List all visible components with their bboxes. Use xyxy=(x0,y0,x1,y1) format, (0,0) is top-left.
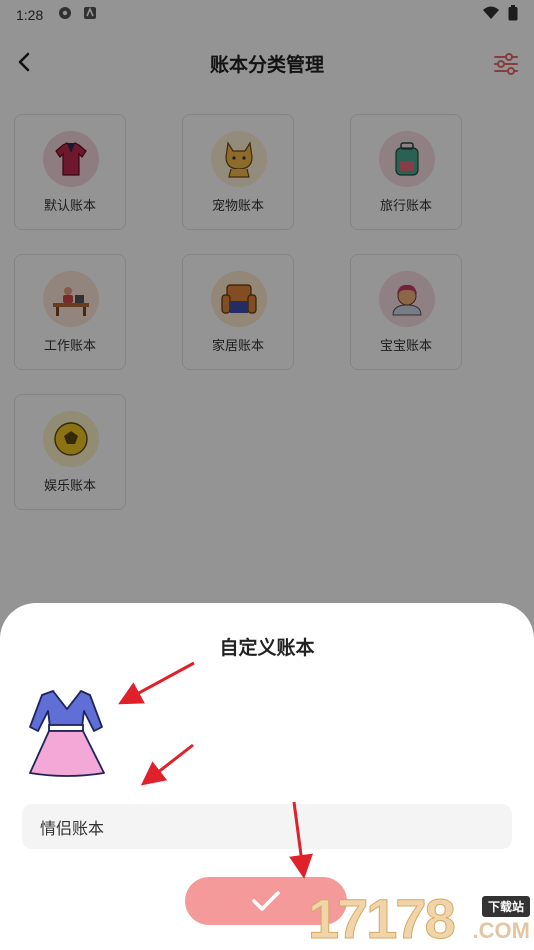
checkmark-icon xyxy=(252,891,280,911)
dress-icon[interactable] xyxy=(26,687,108,779)
sheet-title: 自定义账本 xyxy=(219,637,315,659)
book-name-input[interactable] xyxy=(22,804,512,849)
watermark-number: 17178 xyxy=(308,887,457,950)
watermark-domain: .COM xyxy=(472,918,530,943)
watermark-badge: 下载站 xyxy=(481,896,530,917)
site-watermark: 17178 下载站 .COM xyxy=(308,887,534,950)
